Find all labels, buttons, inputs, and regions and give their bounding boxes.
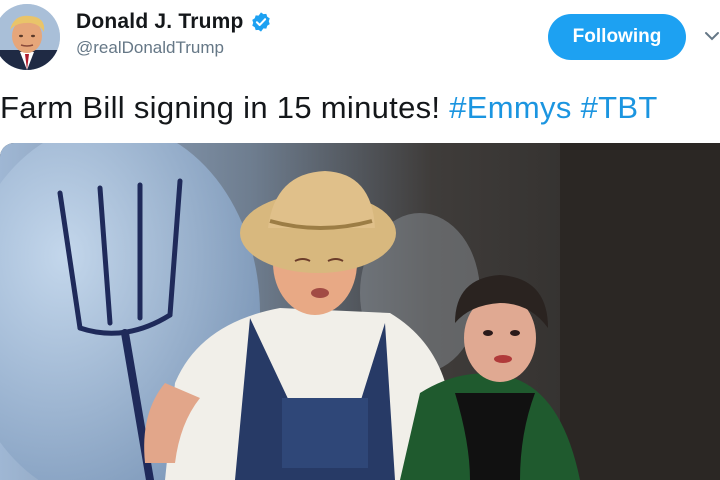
author-info: Donald J. Trump @realDonaldTrump <box>76 10 272 58</box>
tweet-header: Donald J. Trump @realDonaldTrump Followi… <box>0 0 720 84</box>
profile-photo-icon <box>0 4 60 70</box>
tweet-card: Donald J. Trump @realDonaldTrump Followi… <box>0 0 720 480</box>
hashtag-tbt[interactable]: #TBT <box>581 90 658 125</box>
hashtag-emmys[interactable]: #Emmys <box>449 90 571 125</box>
video-still-image <box>0 143 720 480</box>
tweet-body: Farm Bill signing in 15 minutes! <box>0 90 441 125</box>
chevron-down-icon[interactable] <box>704 28 720 44</box>
avatar[interactable] <box>0 4 60 70</box>
tweet-media[interactable] <box>0 143 720 480</box>
display-name-row: Donald J. Trump <box>76 10 272 34</box>
display-name[interactable]: Donald J. Trump <box>76 10 244 34</box>
handle[interactable]: @realDonaldTrump <box>76 38 272 58</box>
tweet-text: Farm Bill signing in 15 minutes! #Emmys … <box>0 90 658 126</box>
verified-badge-icon <box>250 11 272 33</box>
following-button[interactable]: Following <box>548 14 686 60</box>
